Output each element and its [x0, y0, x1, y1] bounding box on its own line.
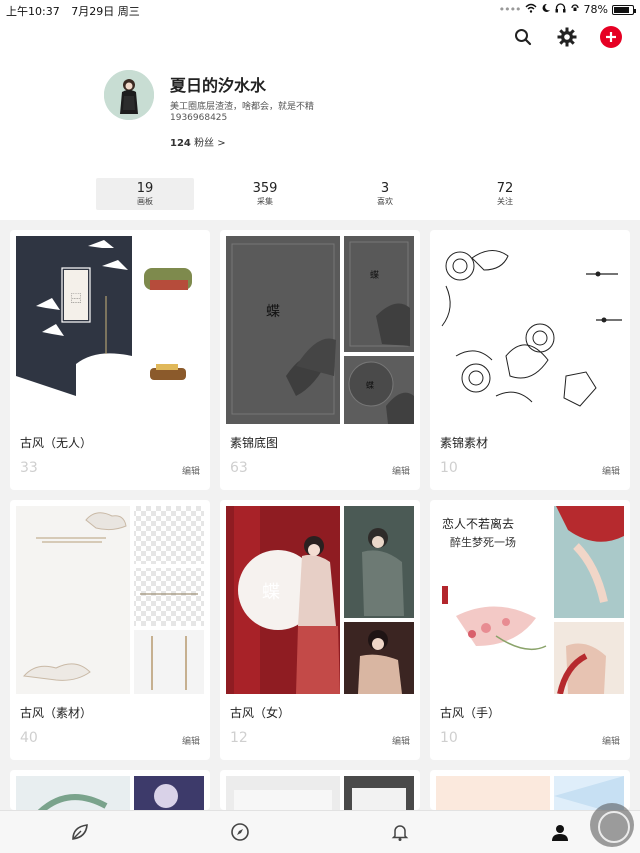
assistive-touch-button[interactable]	[590, 803, 634, 847]
profile-bio: 美工圈底层渣渣，啥都会，就是不精 1936968425	[170, 102, 314, 124]
board-thumbnail	[436, 776, 624, 810]
board-title: 古风（手）	[440, 706, 501, 720]
tab-boards[interactable]: 19 画板	[96, 178, 194, 210]
board-card[interactable]: 恋人不若离去 醉生梦死一场 古风（手） 10 编辑	[430, 500, 630, 760]
board-thumbnail	[436, 236, 624, 424]
chevron-right-icon: >	[217, 138, 226, 149]
edit-board-button[interactable]: 编辑	[182, 464, 200, 477]
svg-text:蝶: 蝶	[266, 304, 280, 320]
board-card[interactable]	[430, 770, 630, 810]
edit-board-button[interactable]: 编辑	[602, 464, 620, 477]
board-thumbnail	[16, 506, 204, 694]
status-date: 7月29日 周三	[71, 5, 140, 18]
followers-link[interactable]: 124 粉丝 >	[170, 134, 226, 149]
tab-pins[interactable]: 359 采集	[216, 178, 314, 210]
battery-icon	[612, 4, 636, 15]
board-card[interactable]	[10, 770, 210, 810]
profile-stats: 19 画板 359 采集 3 喜欢 72 关注	[96, 178, 576, 210]
svg-text:恋人不若离去: 恋人不若离去	[442, 516, 514, 531]
stat-label: 画板	[137, 197, 153, 206]
profile-name: 夏日的汐水水	[170, 76, 267, 95]
plus-icon	[606, 32, 616, 42]
board-title: 素锦素材	[440, 436, 489, 450]
edit-board-button[interactable]: 编辑	[182, 734, 200, 747]
search-icon	[515, 29, 532, 46]
svg-text:蝶: 蝶	[370, 269, 379, 281]
board-title: 古风（素材）	[20, 706, 93, 720]
stat-num: 359	[252, 181, 278, 196]
tab-likes[interactable]: 3 喜欢	[336, 178, 434, 210]
profile-header: 夏日的汐水水 美工圈底层渣渣，啥都会，就是不精 1936968425 124 粉…	[0, 18, 640, 220]
board-card[interactable]: ⿱ 古风（无人） 33 编辑	[10, 230, 210, 490]
board-card[interactable]: 蝶 古风（女） 12 编辑	[220, 500, 420, 760]
top-actions	[512, 26, 622, 48]
compass-icon	[231, 823, 249, 841]
stat-num: 3	[380, 181, 390, 196]
signal-icon: ••••	[498, 3, 522, 16]
battery-percent: 78%	[583, 3, 608, 16]
bottom-tab-bar	[0, 810, 640, 853]
bio-number: 1936968425	[170, 113, 228, 123]
tab-explore[interactable]	[160, 811, 320, 853]
board-thumbnail: 蝶 蝶 蝶	[226, 236, 414, 424]
search-button[interactable]	[512, 26, 534, 48]
status-time: 上午10:37	[6, 5, 60, 18]
home-icon	[72, 824, 88, 840]
stat-num: 72	[496, 181, 514, 196]
board-card[interactable]: 蝶 蝶 蝶 素锦底图 63 编辑	[220, 230, 420, 490]
board-card[interactable]: 古风（素材） 40 编辑	[10, 500, 210, 760]
board-count: 10	[440, 460, 458, 476]
board-card[interactable]: 素锦素材 10 编辑	[430, 230, 630, 490]
wifi-icon	[525, 3, 537, 16]
board-thumbnail	[226, 776, 414, 810]
board-thumbnail	[16, 776, 204, 810]
board-count: 33	[20, 460, 38, 476]
orientation-lock-icon	[570, 3, 580, 16]
svg-text:蝶: 蝶	[366, 380, 374, 390]
add-button[interactable]	[600, 26, 622, 48]
stat-num: 19	[136, 181, 154, 196]
board-count: 63	[230, 460, 248, 476]
svg-text:醉生梦死一场: 醉生梦死一场	[450, 535, 516, 549]
board-count: 12	[230, 730, 248, 746]
edit-board-button[interactable]: 编辑	[392, 734, 410, 747]
bio-text: 美工圈底层渣渣，啥都会，就是不精	[170, 102, 315, 112]
stat-label: 采集	[257, 197, 273, 206]
edit-board-button[interactable]: 编辑	[392, 464, 410, 477]
gear-icon	[557, 27, 577, 47]
status-bar: 上午10:37 7月29日 周三 •••• 78%	[0, 0, 640, 18]
board-count: 10	[440, 730, 458, 746]
tab-home[interactable]	[0, 811, 160, 853]
followers-count: 124	[170, 138, 191, 149]
avatar[interactable]	[104, 70, 154, 120]
stat-label: 关注	[497, 197, 513, 206]
board-card[interactable]	[220, 770, 420, 810]
board-title: 古风（女）	[230, 706, 291, 720]
settings-button[interactable]	[556, 26, 578, 48]
svg-text:蝶: 蝶	[262, 582, 280, 603]
profile-icon	[552, 825, 568, 841]
followers-label: 粉丝	[194, 138, 215, 149]
edit-board-button[interactable]: 编辑	[602, 734, 620, 747]
board-thumbnail: 恋人不若离去 醉生梦死一场	[436, 506, 624, 694]
headphones-icon	[555, 3, 566, 16]
svg-text:⿱: ⿱	[71, 293, 81, 305]
moon-icon	[541, 3, 551, 16]
tab-notifications[interactable]	[320, 811, 480, 853]
board-title: 古风（无人）	[20, 436, 93, 450]
board-thumbnail: ⿱	[16, 236, 204, 424]
board-count: 40	[20, 730, 38, 746]
tab-following[interactable]: 72 关注	[456, 178, 554, 210]
bell-icon	[391, 825, 409, 841]
board-title: 素锦底图	[230, 436, 279, 450]
stat-label: 喜欢	[377, 197, 393, 206]
board-thumbnail: 蝶	[226, 506, 414, 694]
